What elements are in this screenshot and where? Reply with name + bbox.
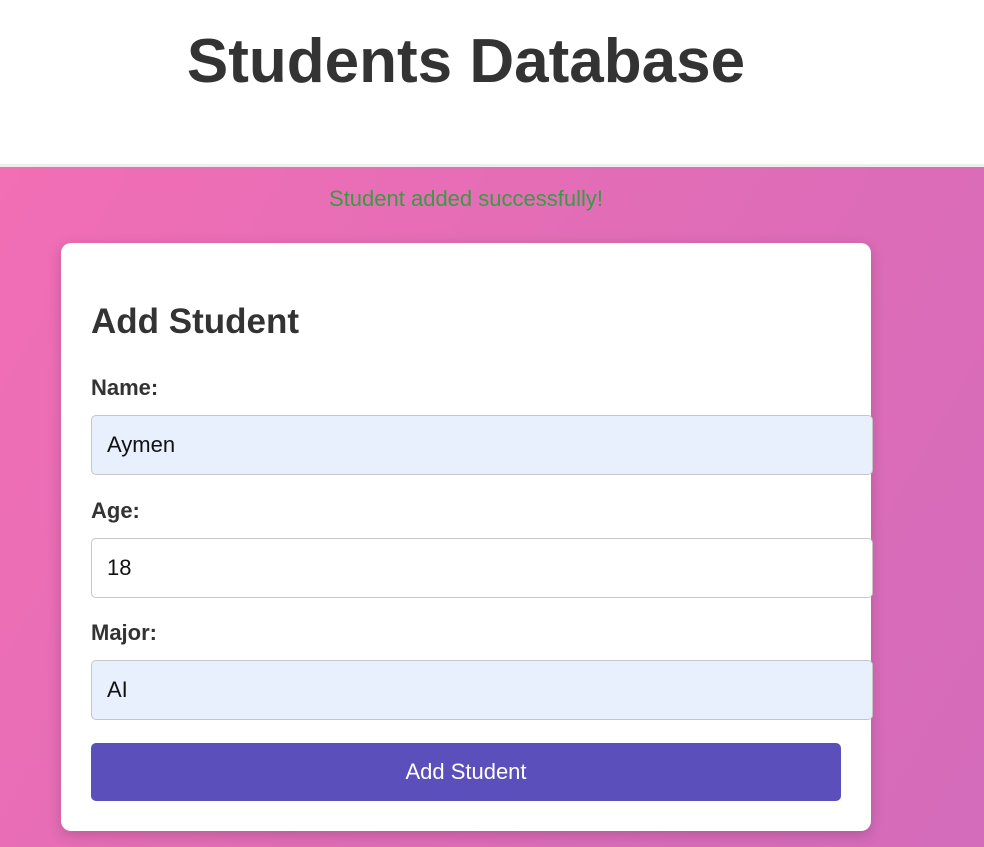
age-label: Age: [91, 498, 140, 523]
add-student-button[interactable]: Add Student [91, 743, 841, 801]
name-label: Name: [91, 375, 159, 400]
major-input[interactable] [91, 660, 873, 720]
page-title: Students Database [186, 27, 746, 96]
major-label: Major: [91, 620, 157, 645]
name-input[interactable] [91, 415, 873, 475]
success-message: Student added successfully! [329, 186, 603, 211]
form-title: Add Student [91, 302, 300, 341]
page-header: Students Database [0, 0, 984, 167]
main-content: Student added successfully! Add Student … [0, 167, 984, 847]
add-student-form: Add Student Name: Age: Major: Add Studen… [61, 243, 873, 831]
age-input[interactable] [91, 538, 873, 598]
